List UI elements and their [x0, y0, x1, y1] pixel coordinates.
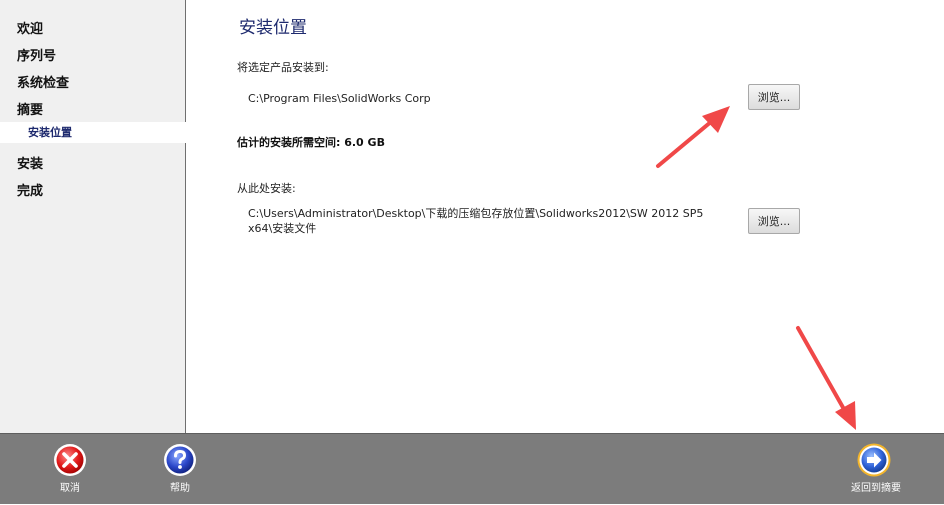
- arrow-right-icon: [857, 443, 891, 477]
- page-title: 安装位置: [239, 18, 307, 38]
- main-panel: 安装位置 将选定产品安装到: C:\Program Files\SolidWor…: [187, 0, 944, 433]
- help-button[interactable]: 帮助: [150, 434, 210, 505]
- install-from-path-line2: x64\安装文件: [248, 222, 317, 235]
- back-to-summary-label: 返回到摘要: [851, 483, 901, 494]
- help-label: 帮助: [170, 483, 190, 494]
- browse-install-to-button[interactable]: 浏览...: [748, 84, 800, 110]
- install-from-path-line1: C:\Users\Administrator\Desktop\下载的压缩包存放位…: [248, 207, 704, 220]
- sidebar-item-serial[interactable]: 序列号: [17, 45, 56, 64]
- sidebar-item-summary[interactable]: 摘要: [17, 99, 43, 118]
- sidebar: 欢迎 序列号 系统检查 摘要 安装位置 安装 完成: [0, 0, 186, 433]
- cancel-button[interactable]: 取消: [40, 434, 100, 505]
- back-to-summary-button[interactable]: 返回到摘要: [836, 434, 916, 505]
- install-to-label: 将选定产品安装到:: [237, 61, 329, 74]
- footer-bar: 取消 帮助 返回到摘要: [0, 433, 944, 504]
- sidebar-item-install[interactable]: 安装: [17, 153, 43, 172]
- space-required: 估计的安装所需空间: 6.0 GB: [237, 136, 385, 149]
- cancel-icon: [54, 444, 86, 476]
- cancel-label: 取消: [60, 483, 80, 494]
- install-to-path: C:\Program Files\SolidWorks Corp: [248, 92, 431, 105]
- sidebar-item-install-location[interactable]: 安装位置: [0, 122, 186, 143]
- browse-install-from-button[interactable]: 浏览...: [748, 208, 800, 234]
- sidebar-item-finish[interactable]: 完成: [17, 180, 43, 199]
- sidebar-item-system-check[interactable]: 系统检查: [17, 72, 69, 91]
- install-from-label: 从此处安装:: [237, 182, 296, 195]
- sidebar-item-welcome[interactable]: 欢迎: [17, 18, 43, 37]
- help-icon: [164, 444, 196, 476]
